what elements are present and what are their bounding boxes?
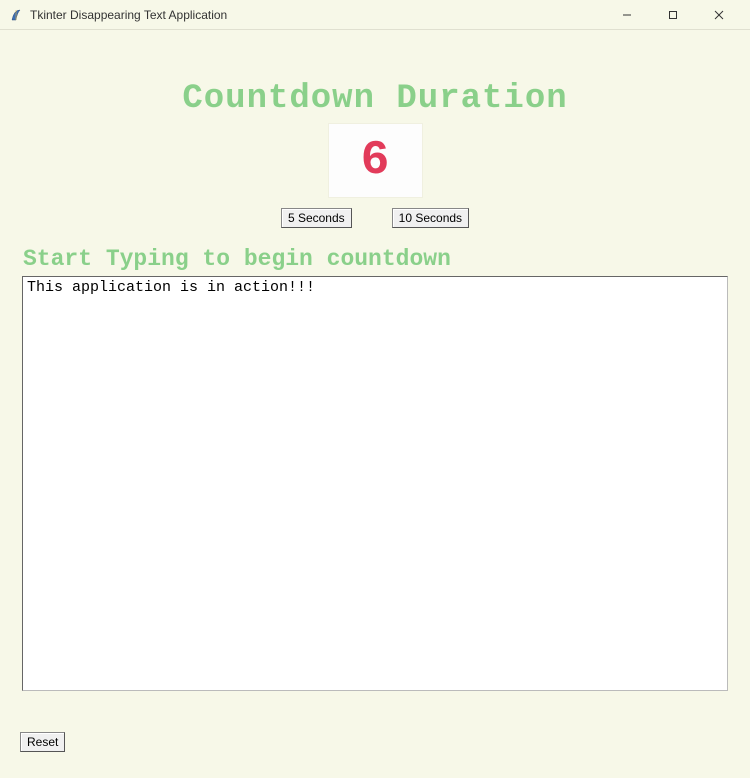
app-icon [8,7,24,23]
maximize-button[interactable] [650,0,696,30]
close-button[interactable] [696,0,742,30]
ten-seconds-button[interactable]: 10 Seconds [392,208,469,228]
window-titlebar: Tkinter Disappearing Text Application [0,0,750,30]
reset-button[interactable]: Reset [20,732,65,752]
window-controls [604,0,742,30]
duration-button-row: 5 Seconds 10 Seconds [20,208,730,228]
countdown-number: 6 [361,134,390,188]
countdown-display: 6 [328,123,423,198]
window-title: Tkinter Disappearing Text Application [30,8,604,22]
start-typing-heading: Start Typing to begin countdown [23,246,730,272]
minimize-button[interactable] [604,0,650,30]
five-seconds-button[interactable]: 5 Seconds [281,208,352,228]
typing-textarea[interactable] [22,276,728,691]
countdown-duration-heading: Countdown Duration [20,80,730,118]
app-body: Countdown Duration 6 5 Seconds 10 Second… [0,30,750,778]
